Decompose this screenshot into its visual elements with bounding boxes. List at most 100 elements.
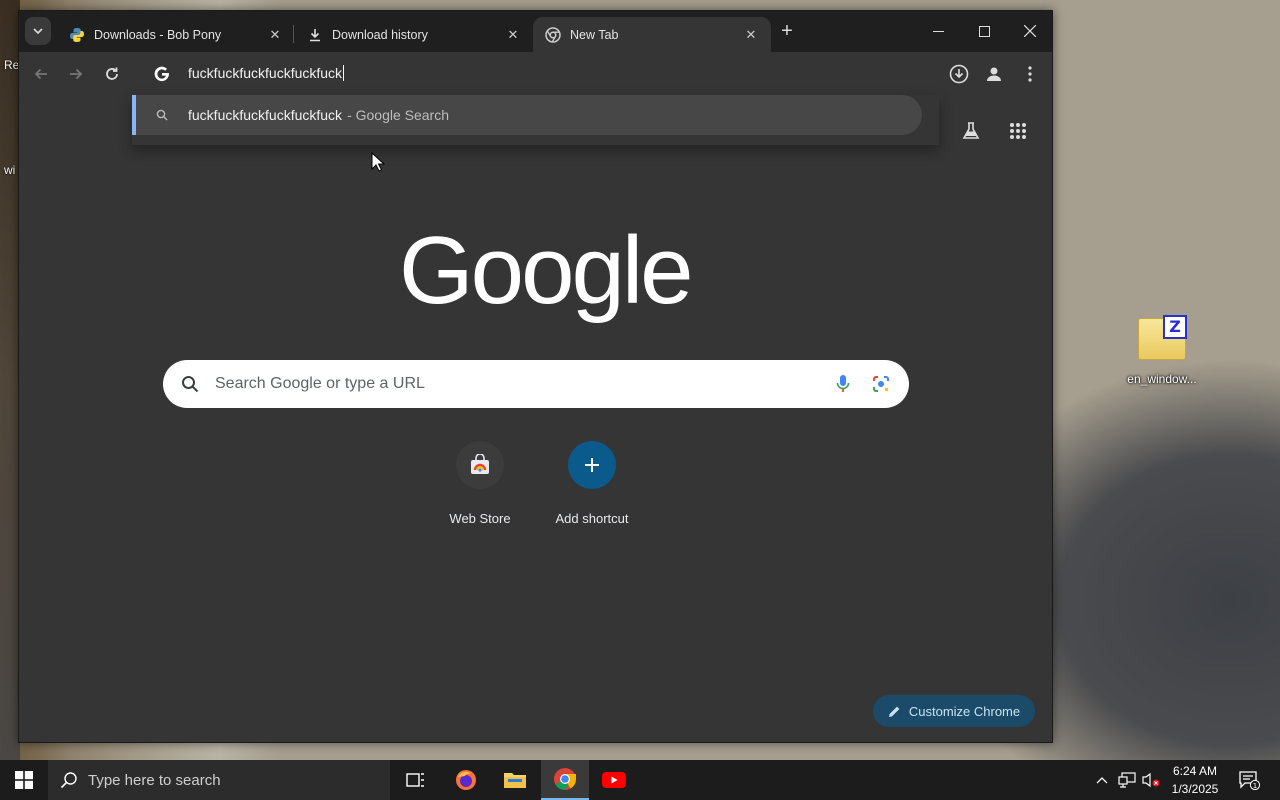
maximize-button[interactable] xyxy=(961,11,1007,51)
plus-icon xyxy=(568,441,616,489)
close-icon[interactable]: ✕ xyxy=(267,27,283,43)
omnibox-dropdown: fuckfuckfuckfuckfuckfuck - Google Search xyxy=(132,95,939,145)
task-view-icon xyxy=(406,773,424,787)
notification-icon: 1 xyxy=(1239,771,1261,790)
desktop-left-edge xyxy=(0,0,20,760)
profile-button[interactable] xyxy=(982,62,1006,86)
taskbar-firefox[interactable] xyxy=(442,760,490,800)
shortcut-web-store[interactable]: Web Store xyxy=(424,441,536,526)
text-caret xyxy=(343,65,345,81)
forward-button[interactable] xyxy=(64,62,88,86)
tab-title: Downloads - Bob Pony xyxy=(94,27,222,42)
minimize-button[interactable] xyxy=(915,11,961,51)
zip-folder-icon: Z xyxy=(1138,315,1187,360)
mic-icon[interactable] xyxy=(831,374,855,394)
omnibox-input[interactable]: fuckfuckfuckfuckfuckfuck xyxy=(188,65,345,81)
taskbar-clock[interactable]: 6:24 AM 1/3/2025 xyxy=(1164,762,1226,798)
menu-button[interactable] xyxy=(1018,62,1042,86)
reload-button[interactable] xyxy=(100,62,124,86)
back-button[interactable] xyxy=(29,62,53,86)
network-button[interactable] xyxy=(1116,760,1138,800)
labs-button[interactable] xyxy=(957,117,985,145)
maximize-icon xyxy=(978,25,990,37)
folder-icon xyxy=(504,773,526,788)
person-icon xyxy=(987,67,1001,81)
volume-button[interactable] xyxy=(1140,760,1162,800)
action-center-button[interactable]: 1 xyxy=(1236,760,1264,800)
more-vert-icon xyxy=(1028,66,1032,82)
search-icon xyxy=(60,771,80,789)
search-icon xyxy=(181,375,201,393)
chrome-icon xyxy=(545,26,561,43)
tab-strip: Downloads - Bob Pony ✕ Download history … xyxy=(19,11,1052,52)
taskbar-chrome[interactable] xyxy=(541,760,589,800)
omnibox-text: fuckfuckfuckfuckfuckfuck xyxy=(188,65,343,81)
desktop-edge-label: wi xyxy=(4,163,16,177)
web-store-icon xyxy=(456,441,504,489)
taskbar: Type here to search 6:24 AM 1/3/2025 1 xyxy=(0,760,1280,800)
firefox-icon xyxy=(456,770,476,790)
new-tab-button[interactable]: + xyxy=(777,21,797,41)
suggestion-query: fuckfuckfuckfuckfuckfuck xyxy=(188,107,343,123)
apps-button[interactable] xyxy=(1004,117,1032,145)
forward-arrow-icon xyxy=(70,68,83,80)
tab-downloads-bob-pony[interactable]: Downloads - Bob Pony ✕ xyxy=(57,17,295,52)
taskbar-search-box[interactable]: Type here to search xyxy=(48,760,390,800)
mouse-cursor-icon xyxy=(371,152,385,172)
chrome-icon xyxy=(554,768,576,790)
close-icon[interactable]: ✕ xyxy=(743,27,759,43)
google-logo: Google xyxy=(399,217,694,324)
close-icon[interactable]: ✕ xyxy=(505,27,521,43)
minimize-icon xyxy=(932,30,944,32)
chrome-window: Downloads - Bob Pony ✕ Download history … xyxy=(18,10,1053,743)
close-window-button[interactable] xyxy=(1007,11,1053,51)
tab-new-tab[interactable]: New Tab ✕ xyxy=(533,17,771,52)
suggestion-source: - Google Search xyxy=(347,107,450,123)
chevron-up-icon xyxy=(1096,777,1108,784)
youtube-icon xyxy=(602,772,626,788)
tab-download-history[interactable]: Download history ✕ xyxy=(295,17,533,52)
taskbar-youtube[interactable] xyxy=(590,760,638,800)
tab-search-button[interactable] xyxy=(25,17,51,45)
customize-chrome-button[interactable]: Customize Chrome xyxy=(873,695,1035,727)
toolbar: fuckfuckfuckfuckfuckfuck xyxy=(19,52,1052,96)
shortcut-add[interactable]: Add shortcut xyxy=(536,441,648,526)
back-arrow-icon xyxy=(34,68,47,80)
clock-time: 6:24 AM xyxy=(1172,764,1218,778)
close-icon xyxy=(1024,25,1036,37)
show-hidden-icons-button[interactable] xyxy=(1092,760,1112,800)
tab-separator xyxy=(293,25,294,43)
google-g-icon xyxy=(150,62,174,86)
notification-count: 1 xyxy=(1253,782,1257,790)
search-suggestion[interactable]: fuckfuckfuckfuckfuckfuck - Google Search xyxy=(132,95,922,135)
pencil-icon xyxy=(888,705,901,718)
download-circle-icon xyxy=(949,64,969,84)
desktop-zip-folder[interactable]: Z en_window... xyxy=(1122,315,1202,386)
zip-badge-icon: Z xyxy=(1163,315,1187,339)
shortcut-label: Web Store xyxy=(449,511,511,526)
tab-title: New Tab xyxy=(570,27,619,42)
clock-date: 1/3/2025 xyxy=(1171,782,1219,796)
customize-label: Customize Chrome xyxy=(908,703,1021,719)
taskbar-search-placeholder: Type here to search xyxy=(88,771,221,789)
desktop-icon-label: en_window... xyxy=(1127,372,1197,386)
apps-grid-icon xyxy=(1010,123,1026,139)
lens-icon[interactable] xyxy=(869,374,893,394)
downloads-button[interactable] xyxy=(947,62,971,86)
flask-icon xyxy=(962,122,980,139)
volume-muted-icon xyxy=(1142,772,1160,788)
python-icon xyxy=(69,27,85,43)
shortcut-label: Add shortcut xyxy=(555,511,629,526)
windows-logo-icon xyxy=(15,771,33,789)
tab-title: Download history xyxy=(332,27,428,42)
reload-icon xyxy=(106,67,118,80)
task-view-button[interactable] xyxy=(392,760,440,800)
ntp-search-box[interactable]: Search Google or type a URL xyxy=(163,360,909,408)
chevron-down-icon xyxy=(33,28,43,34)
download-icon xyxy=(307,27,323,43)
search-placeholder: Search Google or type a URL xyxy=(215,375,425,392)
network-icon xyxy=(1118,772,1136,788)
taskbar-file-explorer[interactable] xyxy=(491,760,539,800)
search-icon xyxy=(154,107,170,123)
start-button[interactable] xyxy=(0,760,48,800)
